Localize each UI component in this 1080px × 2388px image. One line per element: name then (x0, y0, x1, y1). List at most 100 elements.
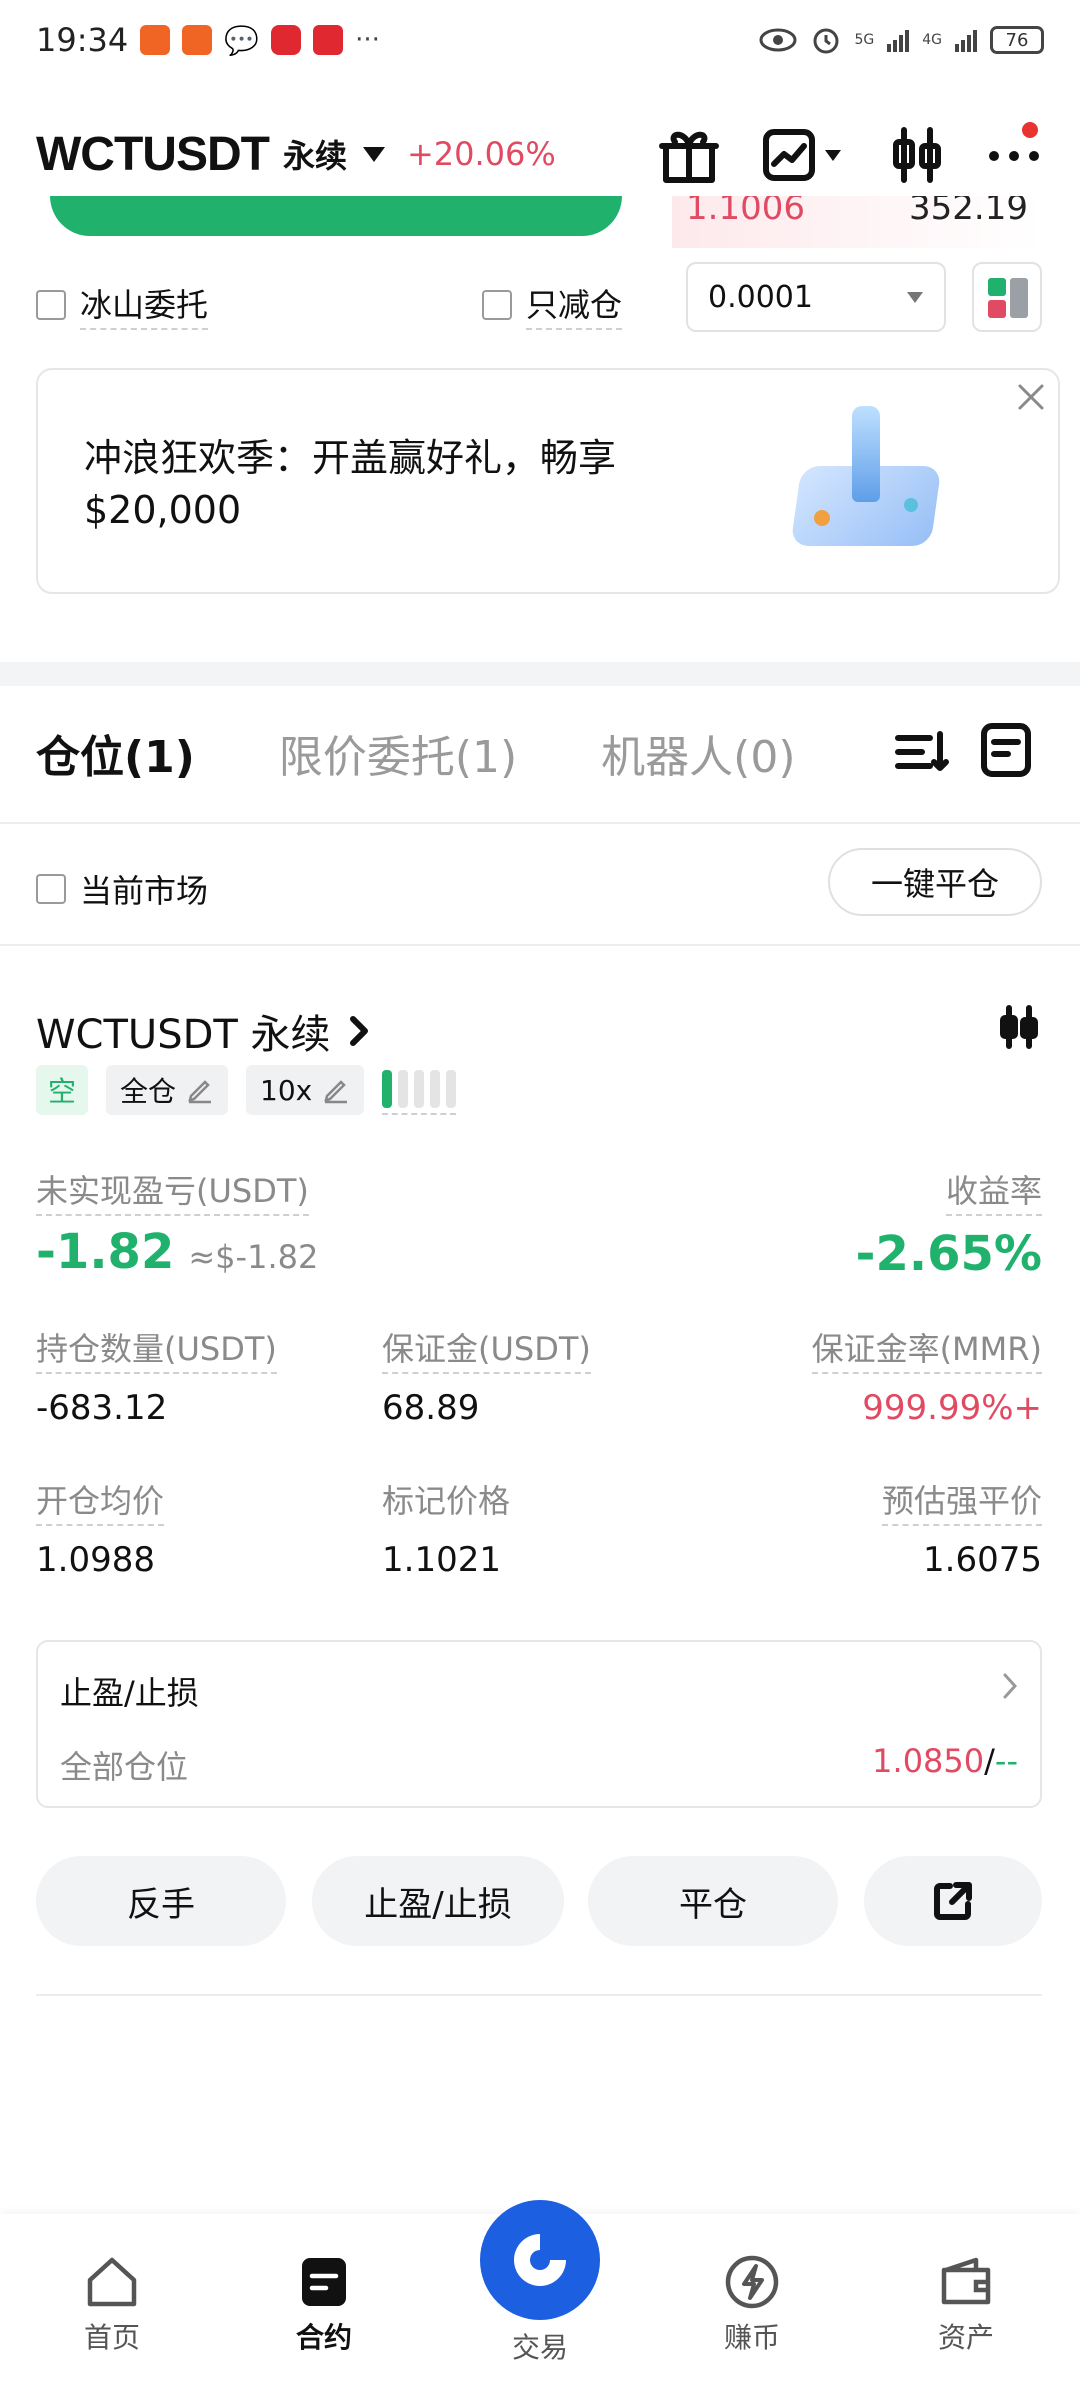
layout-toggle-icon (988, 278, 1028, 318)
tpsl-button[interactable]: 止盈/止损 (312, 1856, 564, 1946)
current-market-label: 当前市场 (80, 872, 209, 910)
position-tabs: 仓位(1) 限价委托(1) 机器人(0) (36, 718, 796, 788)
trend-chart-icon (763, 129, 815, 181)
mark-price-label: 标记价格 (382, 1482, 511, 1520)
buy-button-peek[interactable] (50, 196, 622, 236)
signal-icon (955, 30, 977, 52)
network-4g-label: 4G (922, 32, 942, 48)
app-notification-icon (182, 25, 213, 55)
tpsl-scope: 全部仓位 (60, 1748, 189, 1786)
caret-down-icon (362, 147, 385, 162)
symbol-name: WCTUSDT (36, 127, 270, 181)
earn-icon (725, 2255, 779, 2309)
share-button[interactable] (864, 1856, 1042, 1946)
margin-mode-button[interactable]: 全仓 (106, 1065, 229, 1115)
reverse-position-button[interactable]: 反手 (36, 1856, 286, 1946)
tab-limit-orders[interactable]: 限价委托(1) (279, 721, 517, 785)
current-market-filter[interactable]: 当前市场 (36, 866, 208, 912)
promo-illustration (786, 406, 946, 556)
nav-contract[interactable]: 合约 (264, 2252, 384, 2372)
tpsl-title: 止盈/止损 (60, 1674, 199, 1712)
tpsl-separator: / (984, 1742, 995, 1780)
mark-price-value: 1.1021 (382, 1540, 501, 1580)
app-notification-icon (271, 25, 302, 55)
margin-value: 68.89 (382, 1388, 480, 1428)
position-symbol: WCTUSDT 永续 (36, 1012, 331, 1058)
reduce-only-option[interactable]: 只减仓 (482, 280, 623, 330)
candlestick-icon[interactable] (886, 124, 948, 186)
risk-level-indicator[interactable] (382, 1065, 457, 1115)
margin-mode-label: 全仓 (120, 1075, 177, 1108)
caret-down-icon (825, 150, 841, 161)
close-position-button[interactable]: 平仓 (588, 1856, 838, 1946)
roe-label: 收益率 (945, 1166, 1042, 1216)
promo-text: 冲浪狂欢季：开盖赢好礼，畅享 $20,000 (84, 436, 617, 532)
reduce-only-label: 只减仓 (526, 280, 623, 330)
battery-level: 76 (1005, 29, 1029, 51)
orderbook-row-peek: 1.1006 352.19 (672, 196, 1042, 248)
side-badge-label: 空 (48, 1075, 77, 1108)
tab-bots[interactable]: 机器人(0) (601, 721, 795, 785)
candlestick-icon[interactable] (996, 1004, 1042, 1050)
chevron-right-icon (1003, 1673, 1018, 1699)
price-precision-select[interactable]: 0.0001 (686, 262, 946, 332)
caret-down-icon (907, 292, 923, 303)
nav-assets-label: 资产 (937, 2321, 994, 2354)
nav-earn-label: 赚币 (723, 2321, 780, 2354)
nav-home[interactable]: 首页 (52, 2252, 172, 2372)
nav-home-label: 首页 (83, 2321, 140, 2354)
chevron-right-icon (349, 1016, 368, 1046)
section-divider (0, 662, 1080, 686)
position-tags: 空 全仓 10x (36, 1064, 457, 1116)
mmr-label: 保证金率(MMR) (811, 1324, 1042, 1374)
mmr-value: 999.99%+ (862, 1388, 1042, 1428)
notification-dot (1022, 122, 1038, 138)
divider (0, 822, 1080, 824)
trade-logo-icon (514, 2234, 566, 2286)
share-icon (934, 1882, 972, 1920)
symbol-selector[interactable]: WCTUSDT 永续 +20.06% (36, 124, 556, 184)
home-icon (87, 2257, 137, 2307)
position-symbol-link[interactable]: WCTUSDT 永续 (36, 1002, 369, 1060)
chart-mode-selector[interactable] (760, 126, 842, 184)
status-bar-left: 19:34 💬 ··· (36, 21, 380, 59)
tpsl-panel[interactable]: 止盈/止损 全部仓位 1.0850/-- (36, 1640, 1042, 1808)
divider (36, 1994, 1042, 1996)
more-menu-button[interactable] (984, 140, 1044, 174)
nav-earn[interactable]: 赚币 (692, 2252, 812, 2372)
nav-contract-label: 合约 (295, 2321, 352, 2354)
gift-icon[interactable] (658, 124, 720, 186)
nav-assets[interactable]: 资产 (906, 2252, 1026, 2372)
position-size-value: -683.12 (36, 1388, 168, 1428)
price-change: +20.06% (406, 135, 556, 173)
edit-icon (188, 1080, 212, 1104)
current-market-checkbox[interactable] (36, 874, 66, 904)
stop-loss-value: -- (994, 1742, 1018, 1780)
unrealized-pnl-usd: ≈$-1.82 (188, 1238, 319, 1276)
sort-icon[interactable] (894, 724, 950, 780)
nav-trade[interactable]: 交易 (476, 2200, 604, 2372)
wechat-icon: 💬 (224, 23, 260, 57)
entry-price-value: 1.0988 (36, 1540, 155, 1580)
close-position-label: 平仓 (679, 1884, 747, 1925)
position-size-label: 持仓数量(USDT) (36, 1324, 277, 1374)
tab-positions[interactable]: 仓位(1) (36, 721, 195, 785)
order-history-icon[interactable] (978, 720, 1034, 780)
iceberg-checkbox[interactable] (36, 290, 66, 320)
precision-value: 0.0001 (708, 279, 813, 315)
close-all-button[interactable]: 一键平仓 (828, 848, 1042, 916)
status-time: 19:34 (36, 21, 129, 59)
iceberg-order-option[interactable]: 冰山委托 (36, 280, 209, 330)
close-icon[interactable] (1016, 382, 1046, 412)
app-notification-icon (140, 25, 171, 55)
more-notifications-icon: ··· (355, 25, 380, 55)
side-badge: 空 (36, 1065, 89, 1115)
orderbook-layout-button[interactable] (972, 262, 1042, 332)
leverage-button[interactable]: 10x (246, 1065, 365, 1115)
battery-icon: 76 (990, 26, 1044, 54)
reduce-only-checkbox[interactable] (482, 290, 512, 320)
margin-label: 保证金(USDT) (382, 1324, 591, 1374)
orderbook-qty: 352.19 (909, 196, 1028, 228)
promo-banner[interactable]: 冲浪狂欢季：开盖赢好礼，畅享 $20,000 (36, 368, 1060, 594)
divider (0, 944, 1080, 946)
